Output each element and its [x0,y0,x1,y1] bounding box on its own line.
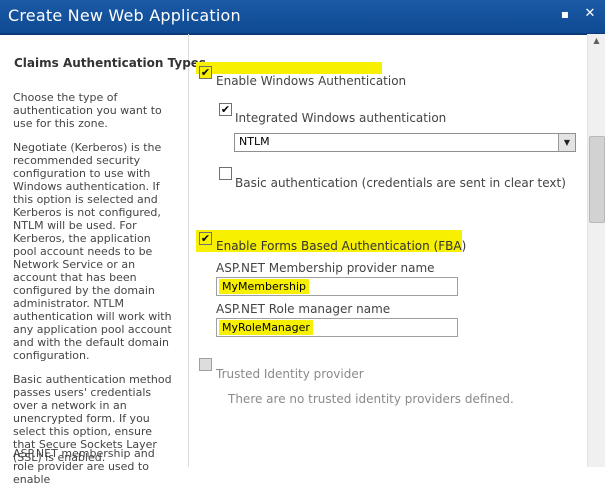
role-manager-input[interactable]: MyRoleManager [216,318,458,337]
membership-provider-value: MyMembership [219,279,309,294]
vertical-scrollbar[interactable]: ▲ [587,34,605,467]
integrated-auth-selected-value: NTLM [239,135,270,148]
chevron-down-icon[interactable]: ▼ [558,134,575,151]
integrated-windows-auth-label: Integrated Windows authentication [235,111,447,125]
role-manager-value: MyRoleManager [219,320,313,335]
trusted-identity-label: Trusted Identity provider [216,367,364,381]
enable-fba-checkbox[interactable]: ✔ [199,232,212,245]
role-manager-label: ASP.NET Role manager name [216,302,391,316]
window-titlebar: Create New Web Application ▪ ✕ [0,0,605,35]
column-divider [188,34,189,467]
basic-auth-label: Basic authentication (credentials are se… [235,176,566,190]
section-title: Claims Authentication Types [14,56,207,70]
enable-windows-auth-label: Enable Windows Authentication [216,74,407,88]
integrated-auth-select[interactable]: NTLM ▼ [234,133,576,152]
close-icon[interactable]: ✕ [583,7,597,21]
scrollbar-thumb[interactable] [589,136,605,223]
trusted-identity-empty-message: There are no trusted identity providers … [228,392,514,406]
enable-windows-auth-checkbox[interactable]: ✔ [199,66,212,79]
minimize-icon[interactable]: ▪ [558,7,572,21]
highlight-bar [196,62,382,74]
description-paragraph: Negotiate (Kerberos) is the recommended … [13,141,172,362]
trusted-identity-checkbox [199,358,212,371]
membership-provider-label: ASP.NET Membership provider name [216,261,435,275]
window-title: Create New Web Application [8,6,241,25]
basic-auth-checkbox[interactable] [219,167,232,180]
integrated-windows-auth-checkbox[interactable]: ✔ [219,103,232,116]
description-paragraph: Choose the type of authentication you wa… [13,91,162,130]
enable-fba-label: Enable Forms Based Authentication (FBA) [216,239,467,253]
membership-provider-input[interactable]: MyMembership [216,277,458,296]
scroll-up-icon[interactable]: ▲ [588,36,605,48]
